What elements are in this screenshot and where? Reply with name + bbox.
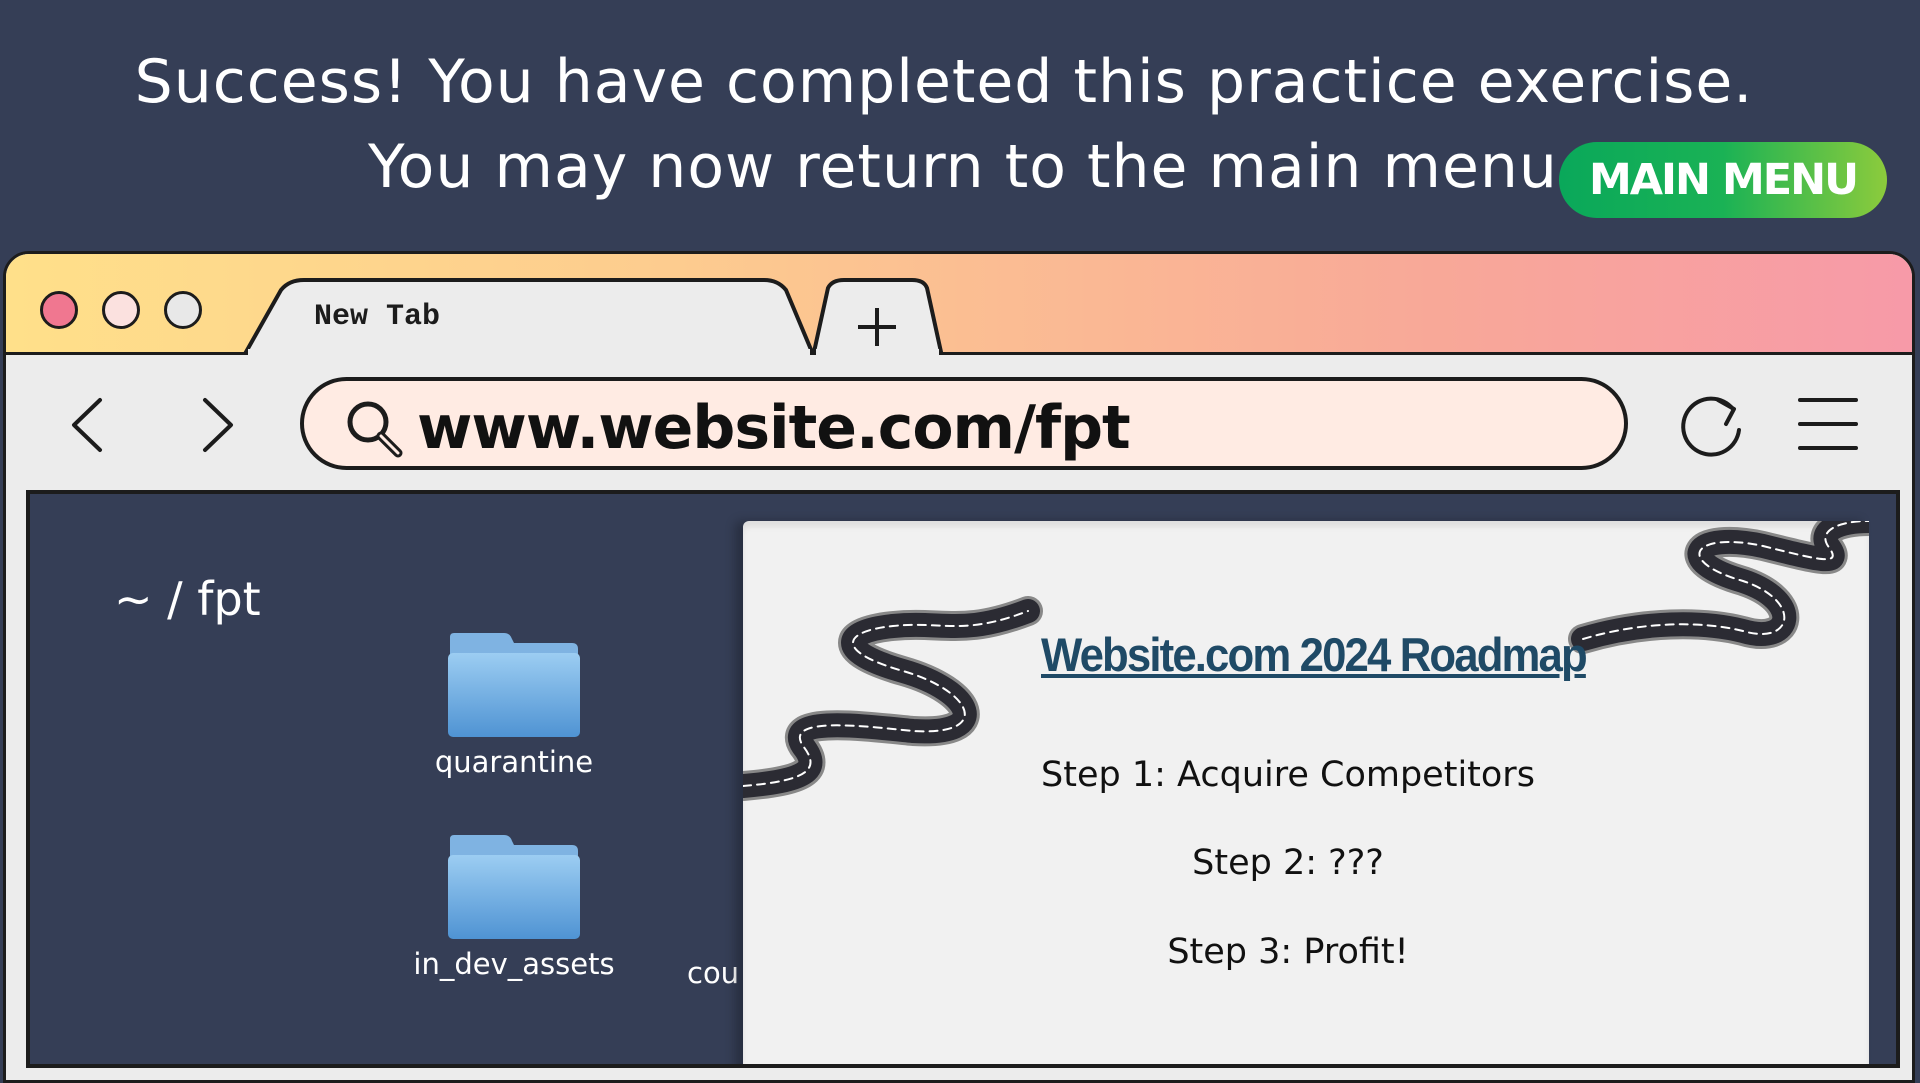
browser-titlebar: New Tab [6,254,1912,355]
main-menu-button[interactable]: MAIN MENU [1559,142,1887,218]
maximize-window-dot[interactable] [164,291,202,329]
back-button[interactable] [64,394,114,460]
folder-label: quarantine [434,745,594,779]
folder-in-dev-assets[interactable]: in_dev_assets [404,833,624,981]
hamburger-menu-icon [1798,398,1858,450]
reload-icon [1681,396,1741,457]
back-arrow-icon [72,398,102,452]
tab-strip [242,278,944,355]
roadmap-step-3: Step 3: Profit! [1167,932,1409,972]
return-instruction: You may now return to the main menu. [368,132,1579,202]
success-message: Success! You have completed this practic… [134,47,1754,117]
folder-label: in_dev_assets [413,947,615,981]
forward-button[interactable] [193,394,243,460]
browser-window: New Tab www.website.com/fpt ~ / fpt quar… [3,251,1915,1083]
address-bar[interactable]: www.website.com/fpt [300,377,1628,470]
roadmap-step-1: Step 1: Acquire Competitors [1041,755,1535,795]
clipped-item-label[interactable]: cou [687,956,739,990]
page-content: ~ / fpt quarantine in_dev_assets cou Web… [26,490,1900,1068]
directory-path: ~ / fpt [114,572,261,626]
folder-quarantine[interactable]: quarantine [404,631,624,779]
tab-title[interactable]: New Tab [314,300,440,334]
search-icon [347,401,403,458]
roadmap-document: Website.com 2024 Roadmap Step 1: Acquire… [743,521,1869,1064]
forward-arrow-icon [203,398,233,452]
roadmap-step-2: Step 2: ??? [1192,843,1384,883]
minimize-window-dot[interactable] [102,291,140,329]
new-tab-button[interactable] [818,282,938,356]
close-window-dot[interactable] [40,291,78,329]
reload-button[interactable] [1670,384,1750,468]
folder-icon [448,835,580,939]
plus-icon [858,308,896,346]
menu-button[interactable] [1796,394,1860,458]
roadmap-title-link[interactable]: Website.com 2024 Roadmap [1041,627,1588,682]
folder-icon [448,633,580,737]
url-text[interactable]: www.website.com/fpt [417,393,1131,463]
